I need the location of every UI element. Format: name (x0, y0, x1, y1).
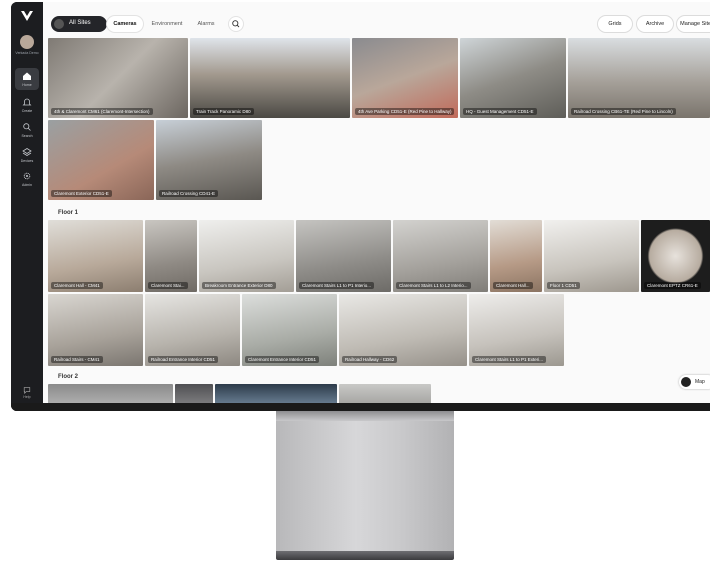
monitor-stand-hinge (276, 411, 454, 421)
camera-name: 4th Ave Parking CD51-E (Red Pine to Hall… (355, 108, 455, 115)
camera-tile[interactable]: Railroad Crossing CD41-E (156, 120, 262, 200)
main-content: All Sites Cameras Environment Alarms Gri… (43, 2, 710, 411)
camera-tile[interactable]: Claremont Hall - CM41 (48, 220, 143, 292)
avatar[interactable] (20, 35, 34, 49)
camera-tile[interactable]: Claremont Stai... (145, 220, 197, 292)
camera-tile[interactable]: Train Track Panoramic D80 (190, 38, 350, 118)
grid-toggle-icon (54, 19, 64, 29)
camera-tile[interactable]: Railroad Stairs - CM41 (48, 294, 143, 366)
tab-alarms[interactable]: Alarms (191, 16, 221, 32)
camera-name: Railroad Stairs - CM41 (51, 356, 103, 363)
camera-name: Claremont Hall... (493, 282, 533, 289)
camera-tile[interactable]: Breakroom Entrance Exterior D80 (199, 220, 294, 292)
manage-sites-button[interactable]: Manage Sites (677, 16, 710, 32)
sidebar-item-admin[interactable]: Admin (15, 168, 39, 190)
search-button[interactable] (229, 17, 243, 31)
camera-name: Claremont Stai... (148, 282, 188, 289)
sidebar-item-label: Devices (20, 159, 34, 163)
camera-tile[interactable]: Claremont Entrance Interior CD51 (242, 294, 337, 366)
site-selector[interactable]: All Sites (51, 16, 107, 32)
home-icon (23, 72, 31, 80)
camera-tile[interactable]: Claremont EPTZ CR61-E (641, 220, 710, 292)
camera-name: 4th & Claremont CM61 (Claremont-Intersec… (51, 108, 153, 115)
search-icon (23, 123, 31, 131)
camera-name: Claremont Exterior CD51-E (51, 190, 112, 197)
monitor-bezel (11, 403, 710, 411)
camera-tile[interactable]: Claremont Hall... (490, 220, 542, 292)
sidebar-item-create[interactable]: Create (15, 94, 39, 116)
top-bar: All Sites Cameras Environment Alarms Gri… (43, 2, 710, 36)
camera-tile[interactable]: 4th Ave Parking CD51-E (Red Pine to Hall… (352, 38, 458, 118)
camera-name: Railroad Crossing CB61-TE (Red Pine to L… (571, 108, 676, 115)
bell-icon (22, 98, 32, 106)
camera-name: Breakroom Entrance Exterior D80 (202, 282, 276, 289)
camera-name: Claremont EPTZ CR61-E (644, 282, 701, 289)
org-name: Verkada Demo (15, 51, 39, 55)
camera-tile[interactable]: Claremont Stairs L1 to L2 Interio... (393, 220, 488, 292)
layers-icon (22, 148, 32, 156)
camera-tile[interactable]: Railroad Hallway - CD62 (339, 294, 467, 366)
section-floor-1: Floor 1 (58, 210, 79, 216)
verkada-logo-icon[interactable] (20, 10, 34, 22)
monitor-stand (276, 411, 454, 557)
search-icon (232, 20, 240, 28)
monitor-stand-base (276, 551, 454, 560)
sidebar: Verkada Demo Home Create Search Devices … (11, 2, 43, 411)
tab-environment[interactable]: Environment (147, 16, 187, 32)
map-icon (681, 377, 691, 387)
gear-icon (23, 172, 31, 180)
camera-tile[interactable]: Claremont Stairs L1 to P1 Interio... (296, 220, 391, 292)
tab-cameras[interactable]: Cameras (107, 16, 143, 32)
camera-tile[interactable]: HQ - Guest Management CD51-E (460, 38, 566, 118)
archive-button[interactable]: Archive (637, 16, 673, 32)
site-selector-label: All Sites (69, 20, 91, 26)
map-button[interactable]: Map (679, 375, 710, 389)
sidebar-item-label: Home (22, 83, 32, 87)
camera-name: Claremont Entrance Interior CD51 (245, 356, 320, 363)
sidebar-item-label: Search (21, 134, 33, 138)
camera-name: Railroad Crossing CD41-E (159, 190, 219, 197)
grids-button[interactable]: Grids (598, 16, 632, 32)
chat-icon (23, 387, 31, 394)
sidebar-item-label: Create (21, 109, 33, 113)
camera-name: Railroad Entrance Interior CD51 (148, 356, 219, 363)
monitor-screen: Verkada Demo Home Create Search Devices … (11, 2, 710, 411)
map-label: Map (695, 379, 705, 385)
camera-name: Claremont Hall - CM41 (51, 282, 103, 289)
sidebar-item-devices[interactable]: Devices (15, 144, 39, 166)
camera-name: Claremont Stairs L1 to P1 Exteri... (472, 356, 547, 363)
section-floor-2: Floor 2 (58, 374, 79, 380)
help-label: Help (23, 395, 31, 399)
camera-name: Floor 1 CD51 (547, 282, 580, 289)
camera-tile[interactable]: Floor 1 CD51 (544, 220, 639, 292)
camera-tile[interactable]: 4th & Claremont CM61 (Claremont-Intersec… (48, 38, 188, 118)
help-button[interactable]: Help (11, 386, 43, 399)
sidebar-item-label: Admin (22, 183, 32, 187)
camera-name: Train Track Panoramic D80 (193, 108, 254, 115)
camera-name: Claremont Stairs L1 to L2 Interio... (396, 282, 471, 289)
camera-name: Railroad Hallway - CD62 (342, 356, 398, 363)
sidebar-item-home[interactable]: Home (15, 68, 39, 90)
camera-tile[interactable]: Claremont Stairs L1 to P1 Exteri... (469, 294, 564, 366)
sidebar-item-search[interactable]: Search (15, 119, 39, 141)
camera-tile[interactable]: Railroad Crossing CB61-TE (Red Pine to L… (568, 38, 710, 118)
camera-tile[interactable]: Railroad Entrance Interior CD51 (145, 294, 240, 366)
camera-name: HQ - Guest Management CD51-E (463, 108, 537, 115)
camera-tile[interactable]: Claremont Exterior CD51-E (48, 120, 154, 200)
camera-name: Claremont Stairs L1 to P1 Interio... (299, 282, 375, 289)
